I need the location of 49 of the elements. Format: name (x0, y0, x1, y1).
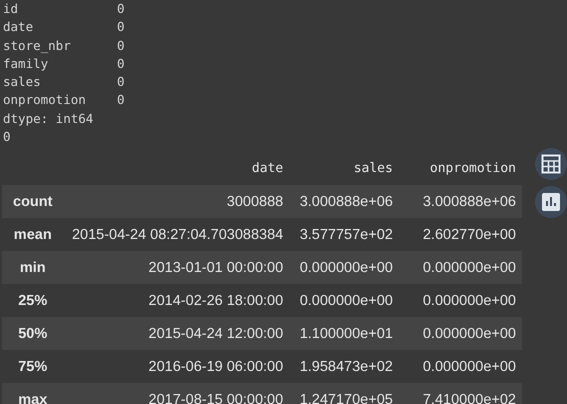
table-cell: 1.247170e+05 (289, 383, 399, 404)
dtype-text: dtype: int64 (3, 110, 94, 128)
row-index: 25% (2, 284, 64, 318)
table-cell: 0.000000e+00 (289, 251, 399, 284)
chart-button[interactable] (535, 186, 567, 218)
series-index: onpromotion (3, 91, 87, 110)
output-value: 0 (3, 128, 11, 146)
table-cell: 7.410000e+02 (398, 383, 522, 404)
table-cell: 0.000000e+00 (289, 284, 399, 318)
table-cell: 2015-04-24 08:27:04.703088384 (64, 218, 290, 252)
series-index: date (3, 18, 34, 36)
row-index: 50% (2, 317, 64, 350)
table-cell: 3.000888e+06 (398, 185, 522, 218)
table-view-button[interactable] (535, 148, 567, 180)
row-index: min (2, 251, 64, 284)
table-cell: 1.100000e+01 (289, 317, 399, 350)
column-header: date (64, 151, 290, 186)
table-cell: 2016-06-19 06:00:00 (64, 350, 290, 384)
series-value: 0 (117, 0, 125, 18)
table-cell: 0.000000e+00 (398, 251, 522, 284)
table-cell: 2.602770e+00 (398, 218, 522, 252)
table-cell: 1.958473e+02 (289, 350, 399, 384)
table-cell: 0.000000e+00 (398, 284, 522, 318)
series-value: 0 (117, 54, 125, 73)
series-index: store_nbr (3, 36, 72, 55)
series-value: 0 (117, 91, 125, 110)
row-index: max (2, 383, 64, 404)
table-cell: 3000888 (64, 185, 290, 218)
series-index: id (3, 0, 20, 18)
table-icon (541, 154, 561, 174)
column-header: onpromotion (398, 151, 522, 186)
row-index: 75% (2, 350, 64, 384)
table-cell: 2015-04-24 12:00:00 (64, 317, 290, 350)
column-header: sales (289, 151, 399, 186)
series-value: 0 (117, 73, 125, 92)
series-index: sales (3, 73, 42, 92)
row-index: mean (2, 218, 64, 252)
bar-chart-icon (542, 193, 560, 212)
table-cell: 2013-01-01 00:00:00 (64, 251, 290, 284)
table-cell: 0.000000e+00 (398, 350, 522, 384)
series-value: 0 (117, 36, 125, 55)
row-index: count (2, 185, 64, 218)
table-cell: 2017-08-15 00:00:00 (64, 383, 290, 404)
table-cell: 3.577757e+02 (289, 218, 399, 252)
table-cell: 2014-02-26 18:00:00 (64, 284, 290, 318)
series-value: 0 (117, 18, 125, 36)
series-index: family (3, 54, 50, 73)
table-cell: 3.000888e+06 (289, 185, 399, 218)
table-cell: 0.000000e+00 (398, 317, 522, 350)
